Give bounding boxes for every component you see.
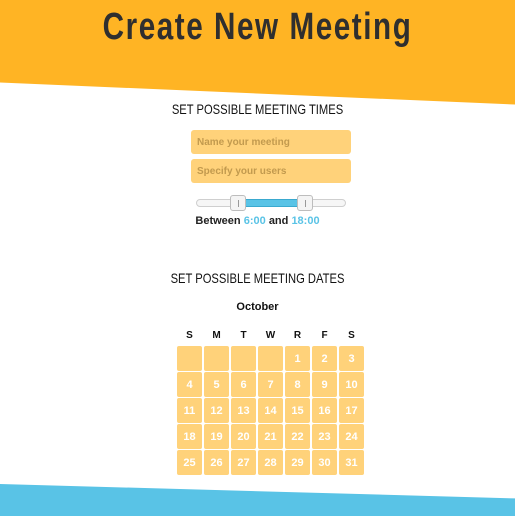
time-range-label: Between 6:00 and 18:00 [0, 215, 515, 227]
calendar-day-1[interactable]: 1 [285, 346, 310, 371]
calendar-month: October [236, 301, 279, 313]
calendar-day-10[interactable]: 10 [339, 372, 364, 397]
calendar-day-28[interactable]: 28 [258, 450, 283, 475]
calendar-day-13[interactable]: 13 [231, 398, 256, 423]
slider-selected-range [238, 199, 306, 207]
calendar-day-26[interactable]: 26 [204, 450, 229, 475]
weekday-header: S [348, 330, 355, 341]
between-text: Between [195, 215, 241, 227]
weekday-header: F [321, 330, 328, 341]
calendar-day-25[interactable]: 25 [177, 450, 202, 475]
calendar-day-30[interactable]: 30 [312, 450, 337, 475]
calendar-day-11[interactable]: 11 [177, 398, 202, 423]
calendar-grid: S M T W R F S 1 2 3 4 5 6 7 8 9 10 11 12 13 14 15 16 17 18 19 20 21… [177, 330, 364, 475]
calendar-day-14[interactable]: 14 [258, 398, 283, 423]
footer-banner [0, 484, 515, 516]
page-title: Create New Meeting [102, 6, 413, 48]
weekday-header: W [265, 330, 276, 341]
calendar-day-6[interactable]: 6 [231, 372, 256, 397]
users-input[interactable] [191, 159, 351, 183]
calendar-day-9[interactable]: 9 [312, 372, 337, 397]
calendar-day-21[interactable]: 21 [258, 424, 283, 449]
weekday-header: T [240, 330, 247, 341]
calendar-day-27[interactable]: 27 [231, 450, 256, 475]
calendar-day-16[interactable]: 16 [312, 398, 337, 423]
weekday-header: S [186, 330, 193, 341]
calendar-day-29[interactable]: 29 [285, 450, 310, 475]
times-section-title: SET POSSIBLE MEETING TIMES [171, 101, 344, 117]
time-range-slider[interactable] [196, 195, 346, 211]
start-time-value: 6:00 [243, 215, 266, 227]
calendar-day-24[interactable]: 24 [339, 424, 364, 449]
slider-end-handle[interactable] [296, 195, 313, 211]
dates-section-title: SET POSSIBLE MEETING DATES [170, 270, 345, 286]
calendar-day-7[interactable]: 7 [258, 372, 283, 397]
weekday-header: M [212, 330, 221, 341]
calendar-day-8[interactable]: 8 [285, 372, 310, 397]
calendar-day-17[interactable]: 17 [339, 398, 364, 423]
end-time-value: 18:00 [291, 215, 320, 227]
meeting-name-input[interactable] [191, 130, 351, 154]
slider-start-handle[interactable] [229, 195, 246, 211]
calendar-day-22[interactable]: 22 [285, 424, 310, 449]
calendar-day-31[interactable]: 31 [339, 450, 364, 475]
calendar-empty-cell [258, 346, 283, 371]
calendar-empty-cell [231, 346, 256, 371]
calendar-empty-cell [177, 346, 202, 371]
calendar-day-15[interactable]: 15 [285, 398, 310, 423]
calendar-day-12[interactable]: 12 [204, 398, 229, 423]
calendar-day-20[interactable]: 20 [231, 424, 256, 449]
calendar-day-5[interactable]: 5 [204, 372, 229, 397]
calendar-day-18[interactable]: 18 [177, 424, 202, 449]
calendar-day-23[interactable]: 23 [312, 424, 337, 449]
calendar-day-2[interactable]: 2 [312, 346, 337, 371]
calendar-day-19[interactable]: 19 [204, 424, 229, 449]
and-text: and [268, 215, 289, 227]
calendar-day-3[interactable]: 3 [339, 346, 364, 371]
weekday-header: R [293, 330, 302, 341]
calendar-empty-cell [204, 346, 229, 371]
calendar-day-4[interactable]: 4 [177, 372, 202, 397]
